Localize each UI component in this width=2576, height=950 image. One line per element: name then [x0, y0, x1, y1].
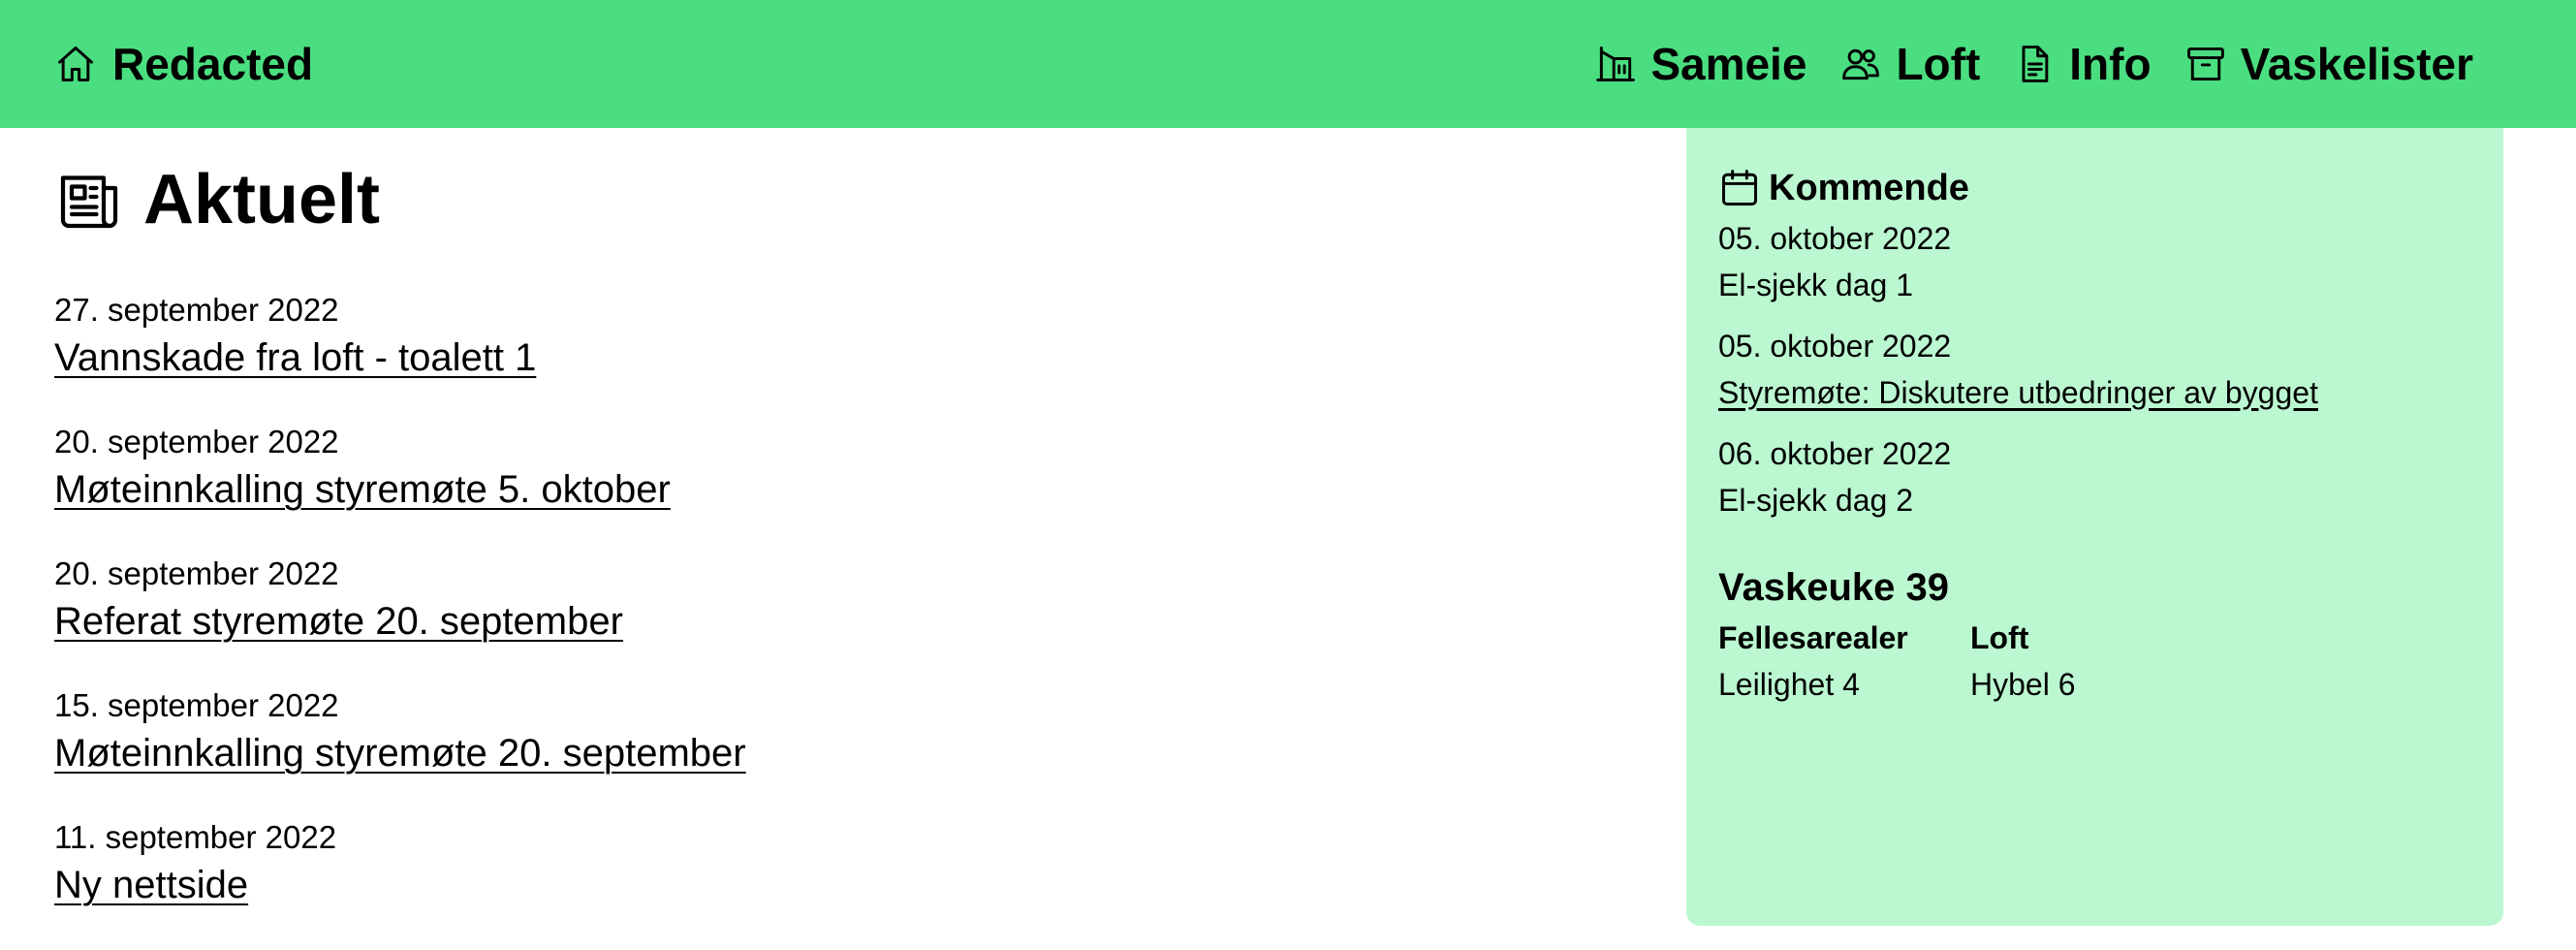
brand-name: Redacted — [112, 39, 314, 89]
wash-week-title: Vaskeuke 39 — [1718, 566, 1949, 609]
event-title: El-sjekk dag 1 — [1718, 268, 1913, 302]
news-date: 20. september 2022 — [54, 555, 339, 591]
upcoming-title: Kommende — [1769, 167, 1969, 208]
brand-link[interactable]: Redacted — [54, 33, 313, 95]
nav-item-sameie[interactable]: Sameie — [1594, 38, 1806, 90]
sidebar-content: Kommende 05. oktober 2022 El-sjekk dag 1… — [1718, 161, 2474, 708]
nav-label: Loft — [1896, 39, 1981, 89]
nav-label: Sameie — [1650, 39, 1807, 89]
wash-schedule: Fellesarealer Loft Leilighet 4 Hybel 6 — [1718, 615, 2474, 708]
main-nav: Sameie Loft Info Vaskelister — [1594, 33, 2473, 95]
nav-label: Vaskelister — [2240, 39, 2473, 89]
building-icon — [1594, 43, 1637, 85]
top-navbar: Redacted Sameie Loft Info Vaskelister — [0, 0, 2576, 128]
news-list: 27. september 2022 Vannskade fra loft - … — [54, 291, 1508, 950]
nav-item-loft[interactable]: Loft — [1839, 38, 1980, 90]
archive-icon — [2184, 43, 2227, 85]
page-header: Aktuelt — [54, 155, 1508, 244]
event-title: El-sjekk dag 2 — [1718, 483, 1913, 518]
news-link[interactable]: Møteinnkalling styremøte 20. september — [54, 729, 746, 777]
page-title: Aktuelt — [143, 161, 381, 238]
main-content: Aktuelt 27. september 2022 Vannskade fra… — [54, 155, 1508, 950]
wash-assignee: Leilighet 4 — [1718, 667, 1860, 702]
news-item: 20. september 2022 Møteinnkalling styrem… — [54, 423, 1508, 554]
event-date: 05. oktober 2022 — [1718, 221, 1952, 256]
event-item: 05. oktober 2022 El-sjekk dag 1 — [1718, 215, 2474, 308]
news-date: 20. september 2022 — [54, 424, 339, 459]
news-date: 27. september 2022 — [54, 292, 339, 328]
sidebar-panel: Kommende 05. oktober 2022 El-sjekk dag 1… — [1686, 128, 2503, 926]
upcoming-header: Kommende — [1718, 161, 2474, 215]
news-item: 11. september 2022 Ny nettside — [54, 818, 1508, 950]
nav-item-info[interactable]: Info — [2013, 38, 2152, 90]
news-date: 11. september 2022 — [54, 819, 337, 855]
users-icon — [1839, 43, 1882, 85]
news-item: 27. september 2022 Vannskade fra loft - … — [54, 291, 1508, 423]
nav-item-vaskelister[interactable]: Vaskelister — [2184, 38, 2473, 90]
event-item: 06. oktober 2022 El-sjekk dag 2 — [1718, 430, 2474, 523]
news-link[interactable]: Referat styremøte 20. september — [54, 597, 623, 646]
news-link[interactable]: Møteinnkalling styremøte 5. oktober — [54, 465, 671, 514]
wash-column-header: Fellesarealer — [1718, 620, 1908, 655]
event-item: 05. oktober 2022 Styremøte: Diskutere ut… — [1718, 323, 2474, 416]
news-item: 20. september 2022 Referat styremøte 20.… — [54, 554, 1508, 686]
newspaper-icon — [54, 165, 124, 235]
wash-assignee: Hybel 6 — [1970, 667, 2076, 702]
event-date: 05. oktober 2022 — [1718, 329, 1952, 364]
calendar-icon — [1718, 167, 1761, 209]
news-date: 15. september 2022 — [54, 687, 339, 723]
home-icon — [54, 43, 97, 85]
event-link[interactable]: Styremøte: Diskutere utbedringer av bygg… — [1718, 375, 2318, 410]
nav-label: Info — [2069, 39, 2152, 89]
news-link[interactable]: Vannskade fra loft - toalett 1 — [54, 333, 536, 382]
document-icon — [2013, 43, 2056, 85]
wash-column-header: Loft — [1970, 620, 2029, 655]
news-link[interactable]: Ny nettside — [54, 861, 248, 909]
event-date: 06. oktober 2022 — [1718, 436, 1952, 471]
news-item: 15. september 2022 Møteinnkalling styrem… — [54, 686, 1508, 818]
